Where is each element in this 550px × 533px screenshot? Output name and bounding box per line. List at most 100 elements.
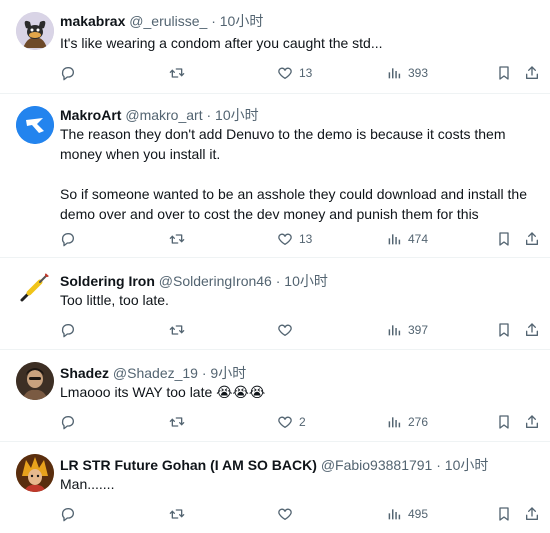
- like-button[interactable]: [277, 319, 299, 341]
- display-name[interactable]: Shadez: [60, 365, 109, 381]
- user-handle[interactable]: @SolderingIron46: [159, 273, 272, 289]
- retweet-button[interactable]: [169, 319, 191, 341]
- reply-button[interactable]: [60, 503, 82, 525]
- timestamp[interactable]: 10小时: [445, 457, 489, 473]
- reply-button[interactable]: [60, 228, 82, 250]
- user-handle[interactable]: @Shadez_19: [113, 365, 198, 381]
- tweet-actions: 13 393: [60, 62, 550, 84]
- bookmark-button[interactable]: [496, 319, 512, 341]
- bookmark-button[interactable]: [496, 62, 512, 84]
- tweet-text: Lmaooo its WAY too late 😭😭😭: [60, 384, 266, 400]
- like-count: 13: [299, 232, 313, 246]
- share-button[interactable]: [524, 319, 540, 341]
- tweet-actions: 495: [60, 503, 550, 525]
- separator-dot: ·: [436, 457, 441, 473]
- bookmark-icon: [496, 231, 512, 247]
- bookmark-button[interactable]: [496, 503, 512, 525]
- reply-button[interactable]: [60, 411, 82, 433]
- reply-button[interactable]: [60, 319, 82, 341]
- views-icon: [386, 322, 402, 338]
- bookmark-icon: [496, 65, 512, 81]
- share-icon: [524, 322, 540, 338]
- avatar[interactable]: [16, 106, 54, 144]
- view-count: 474: [408, 232, 429, 246]
- views-button[interactable]: 397: [386, 319, 428, 341]
- display-name[interactable]: LR STR Future Gohan (I AM SO BACK): [60, 457, 317, 473]
- reply-icon: [60, 506, 76, 522]
- tweet-header: Soldering Iron @SolderingIron46 · 10小时: [60, 272, 328, 290]
- avatar[interactable]: [16, 12, 54, 50]
- retweet-icon: [169, 322, 185, 338]
- reply-button[interactable]: [60, 62, 82, 84]
- like-icon: [277, 322, 293, 338]
- view-count: 495: [408, 507, 429, 521]
- tweet-actions: 397: [60, 319, 550, 341]
- retweet-button[interactable]: [169, 411, 191, 433]
- timestamp[interactable]: 9小时: [210, 365, 246, 381]
- retweet-button[interactable]: [169, 228, 191, 250]
- timestamp[interactable]: 10小时: [215, 107, 259, 123]
- tweet[interactable]: Shadez @Shadez_19 · 9小时 Lmaooo its WAY t…: [0, 350, 550, 442]
- tweet[interactable]: LR STR Future Gohan (I AM SO BACK) @Fabi…: [0, 442, 550, 533]
- avatar[interactable]: [16, 454, 54, 492]
- views-icon: [386, 506, 402, 522]
- views-button[interactable]: 495: [386, 503, 428, 525]
- display-name[interactable]: makabrax: [60, 13, 125, 29]
- views-button[interactable]: 474: [386, 228, 428, 250]
- timestamp[interactable]: 10小时: [284, 273, 328, 289]
- display-name[interactable]: Soldering Iron: [60, 273, 155, 289]
- user-handle[interactable]: @Fabio93881791: [321, 457, 433, 473]
- bookmark-button[interactable]: [496, 228, 512, 250]
- tweet-actions: 13 474: [60, 228, 550, 250]
- share-button[interactable]: [524, 62, 540, 84]
- views-icon: [386, 65, 402, 81]
- bookmark-icon: [496, 414, 512, 430]
- views-button[interactable]: 393: [386, 62, 428, 84]
- tweet-text: The reason they don't add Denuvo to the …: [60, 126, 527, 222]
- views-icon: [386, 231, 402, 247]
- like-count: 13: [299, 66, 313, 80]
- retweet-button[interactable]: [169, 503, 191, 525]
- tweet-header: makabrax @_erulisse_ · 10小时: [60, 12, 263, 30]
- retweet-button[interactable]: [169, 62, 191, 84]
- avatar[interactable]: [16, 270, 54, 308]
- display-name[interactable]: MakroArt: [60, 107, 121, 123]
- views-icon: [386, 414, 402, 430]
- tweet[interactable]: makabrax @_erulisse_ · 10小时 It's like we…: [0, 0, 550, 94]
- user-handle[interactable]: @_erulisse_: [129, 13, 207, 29]
- like-button[interactable]: 13: [277, 228, 312, 250]
- share-button[interactable]: [524, 411, 540, 433]
- tweet-header: LR STR Future Gohan (I AM SO BACK) @Fabi…: [60, 456, 488, 474]
- tweet-text: Man.......: [60, 476, 115, 492]
- tweet-text: Too little, too late.: [60, 292, 169, 308]
- share-icon: [524, 231, 540, 247]
- reply-icon: [60, 65, 76, 81]
- tweet[interactable]: Soldering Iron @SolderingIron46 · 10小时 T…: [0, 258, 550, 350]
- user-handle[interactable]: @makro_art: [125, 107, 202, 123]
- tweet-actions: 2 276: [60, 411, 550, 433]
- separator-dot: ·: [275, 273, 281, 289]
- like-button[interactable]: [277, 503, 299, 525]
- avatar[interactable]: [16, 362, 54, 400]
- retweet-icon: [169, 506, 185, 522]
- separator-dot: ·: [211, 13, 216, 29]
- share-icon: [524, 506, 540, 522]
- views-button[interactable]: 276: [386, 411, 428, 433]
- tweet-header: MakroArt @makro_art · 10小时: [60, 106, 259, 124]
- like-icon: [277, 414, 293, 430]
- like-icon: [277, 65, 293, 81]
- like-icon: [277, 506, 293, 522]
- share-button[interactable]: [524, 228, 540, 250]
- reply-icon: [60, 414, 76, 430]
- timestamp[interactable]: 10小时: [220, 13, 264, 29]
- like-button[interactable]: 13: [277, 62, 312, 84]
- like-button[interactable]: 2: [277, 411, 306, 433]
- tweet-header: Shadez @Shadez_19 · 9小时: [60, 364, 246, 382]
- share-button[interactable]: [524, 503, 540, 525]
- bookmark-icon: [496, 506, 512, 522]
- tweet[interactable]: MakroArt @makro_art · 10小时 The reason th…: [0, 94, 550, 258]
- like-count: 2: [299, 415, 306, 429]
- bookmark-button[interactable]: [496, 411, 512, 433]
- share-icon: [524, 414, 540, 430]
- view-count: 393: [408, 66, 429, 80]
